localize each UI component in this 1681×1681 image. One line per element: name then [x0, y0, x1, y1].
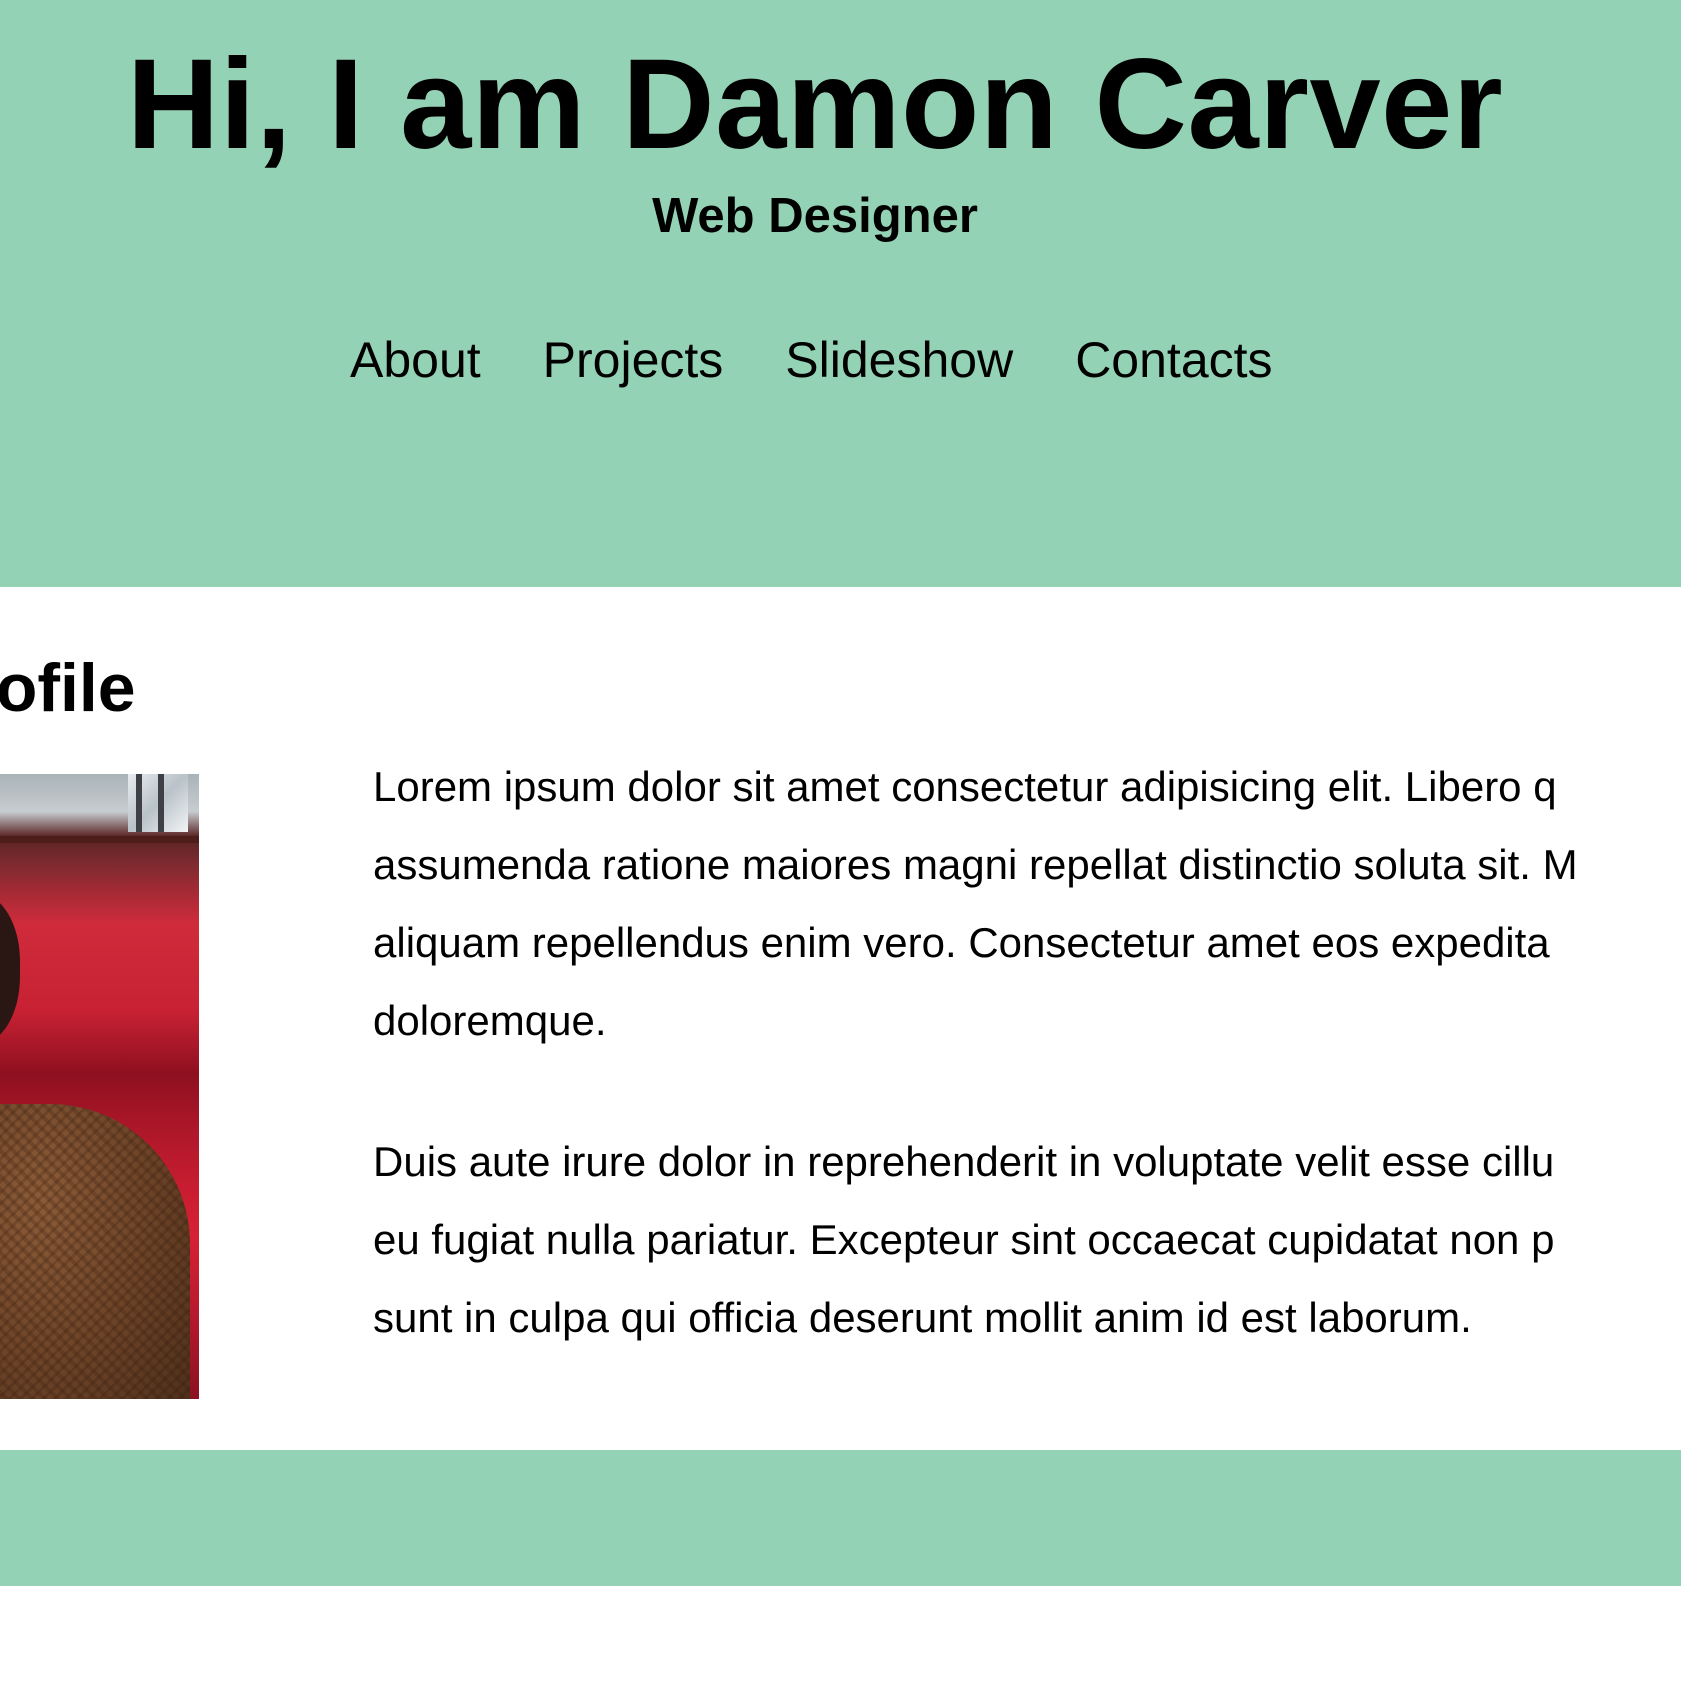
bio-paragraph-1: Lorem ipsum dolor sit amet consectetur a…: [373, 748, 1681, 1060]
bio-line: sunt in culpa qui officia deserunt molli…: [373, 1294, 1472, 1341]
section-divider-band: [0, 1450, 1681, 1586]
bio-paragraph-2: Duis aute irure dolor in reprehenderit i…: [373, 1123, 1681, 1357]
photo-person-head: [0, 894, 20, 1044]
bio-line: aliquam repellendus enim vero. Consectet…: [373, 919, 1550, 966]
hero-title: Hi, I am Damon Carver: [126, 33, 1504, 176]
bio-text: Lorem ipsum dolor sit amet consectetur a…: [373, 748, 1681, 1420]
bio-line: eu fugiat nulla pariatur. Excepteur sint…: [373, 1216, 1555, 1263]
photo-window-bar: [158, 774, 164, 832]
photo-window: [128, 774, 188, 832]
profile-photo: [0, 774, 199, 1399]
bio-line: doloremque.: [373, 997, 607, 1044]
page: Hi, I am Damon Carver Web Designer About…: [0, 0, 1681, 1681]
bio-line: Duis aute irure dolor in reprehenderit i…: [373, 1138, 1555, 1185]
photo-person-sweater: [0, 1104, 190, 1399]
section-heading: Profile: [0, 650, 136, 726]
nav-item-projects: Projects: [543, 325, 724, 395]
nav-item-slideshow: Slideshow: [785, 325, 1013, 395]
hero-subtitle: Web Designer: [652, 189, 978, 243]
photo-window-bar: [136, 774, 142, 832]
nav-link-about[interactable]: About: [350, 325, 481, 395]
site-header: Hi, I am Damon Carver Web Designer About…: [0, 0, 1681, 587]
bio-line: Lorem ipsum dolor sit amet consectetur a…: [373, 763, 1557, 810]
main-nav: About Projects Slideshow Contacts: [350, 325, 1273, 395]
bio-line: assumenda ratione maiores magni repellat…: [373, 841, 1578, 888]
nav-item-contacts: Contacts: [1075, 325, 1272, 395]
nav-link-projects[interactable]: Projects: [543, 325, 724, 395]
nav-link-contacts[interactable]: Contacts: [1075, 325, 1272, 395]
nav-item-about: About: [350, 325, 481, 395]
photo-shelf: [0, 836, 199, 843]
nav-link-slideshow[interactable]: Slideshow: [785, 325, 1013, 395]
